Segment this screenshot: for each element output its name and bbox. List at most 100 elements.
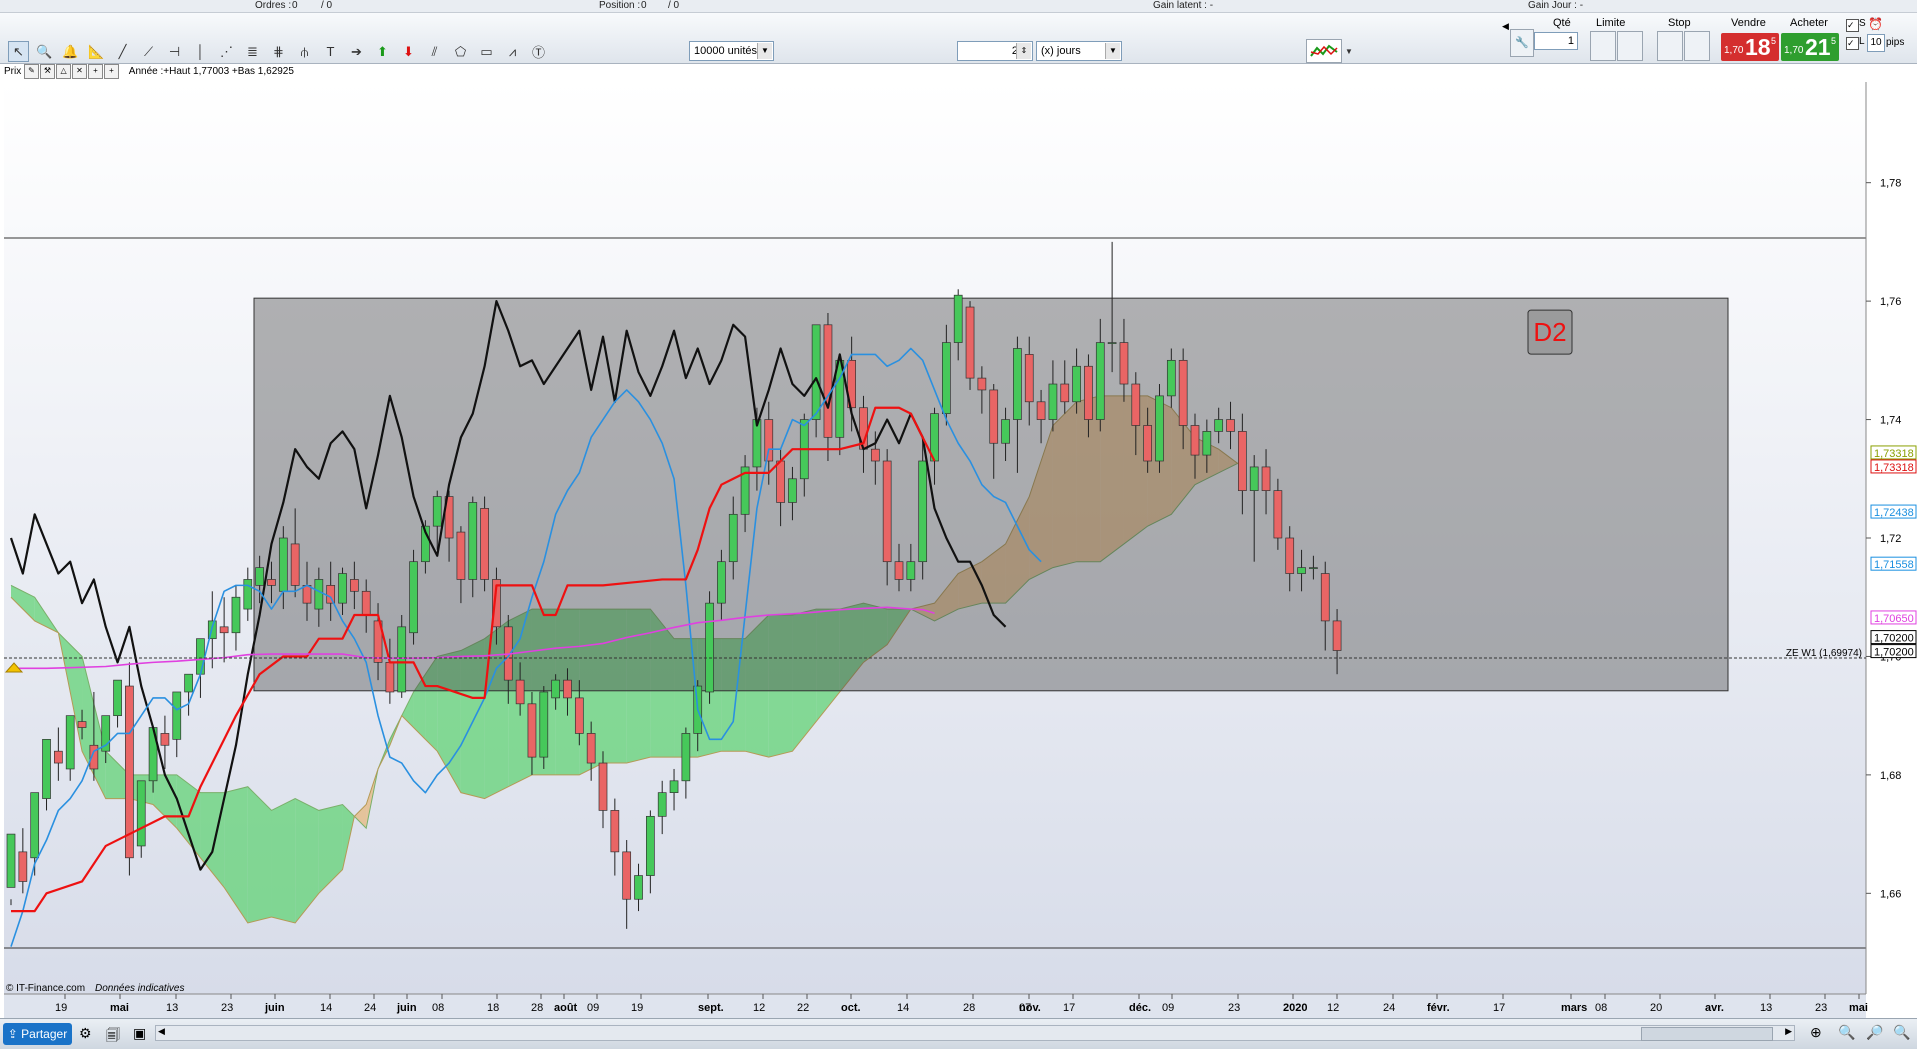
share-icon: ⇪ [7,1027,22,1041]
candle-body [669,780,679,793]
candle-body [788,478,797,503]
layout-icon[interactable]: ▣ [133,1025,146,1042]
candle-body [1285,537,1295,574]
candle-body [728,513,738,563]
candle-body [965,306,975,379]
save-icon[interactable]: 🗐 [106,1025,120,1049]
candle-body [776,460,785,503]
candle-body [811,324,821,420]
candle-body [184,673,193,693]
candle-body [42,739,51,799]
candle-body [1238,431,1247,491]
x-tick-label: 22 [797,1002,809,1014]
price-label-text: 1,72438 [1874,507,1914,519]
candle-body [54,750,63,764]
x-tick-label: 23 [1815,1002,1827,1014]
x-tick-label: juin [264,1002,285,1014]
magnifier-icon[interactable]: 🔍 [1893,1024,1910,1041]
scroll-left-icon[interactable]: ◀ [158,1026,165,1037]
candle-body [30,792,40,859]
zoom-out-icon[interactable]: 🔎 [1866,1024,1883,1041]
candle-body [1297,567,1306,574]
scroll-right-icon[interactable]: ▶ [1785,1026,1792,1037]
candle-body [1320,573,1330,622]
candle-body [432,496,442,527]
y-tick-label: 1,72 [1880,533,1901,545]
x-tick-label: 2020 [1283,1002,1307,1014]
candle-body [1095,342,1105,420]
candle-body [646,815,655,876]
candle-body [551,679,560,699]
candle-body [1131,383,1141,426]
ze-w1-label: ZE W1 (1,69974) [1786,648,1862,659]
candle-body [1024,354,1034,403]
x-tick-label: 24 [364,1002,376,1014]
candle-body [1166,359,1176,397]
scroll-thumb[interactable] [1641,1027,1773,1041]
time-scrollbar[interactable]: ◀ ▶ [155,1025,1795,1041]
candle-body [1084,365,1093,420]
x-tick-label: mai [110,1002,129,1014]
candle-body [267,579,276,586]
candle-body [906,561,916,580]
price-label-text: 1,70650 [1874,613,1914,625]
candle-body [456,531,466,580]
candle-body [563,679,572,699]
x-tick-label: 17 [1493,1002,1505,1014]
y-tick-label: 1,66 [1880,888,1901,900]
candle-body [574,697,584,734]
x-tick-label: 08 [1595,1002,1607,1014]
x-tick-label: 24 [1383,1002,1395,1014]
cloud-segment [271,798,296,923]
x-tick-label: 14 [897,1002,909,1014]
candle-body [1261,466,1271,491]
candle-body [752,419,762,468]
x-tick-label: 12 [1327,1002,1339,1014]
candle-body [361,590,371,616]
candle-body [870,448,880,462]
candle-body [1060,383,1070,403]
candle-body [1273,490,1283,539]
candle-body [610,810,620,853]
candle-body [539,691,549,758]
candle-body [515,679,525,705]
x-tick-label: 14 [320,1002,332,1014]
x-tick-label: 08 [432,1002,444,1014]
x-tick-label: 23 [221,1002,233,1014]
candle-body [409,561,418,634]
candle-body [1332,620,1342,651]
candle-body [1309,567,1318,569]
candle-body [278,537,288,592]
zone-label-text: D2 [1533,317,1566,347]
candle-body [918,460,928,563]
candle-body [196,638,205,675]
candle-body [1214,419,1224,432]
x-tick-label: 12 [753,1002,765,1014]
share-button[interactable]: ⇪ Partager [3,1023,72,1045]
candle-body [65,715,75,770]
zoom-in-icon[interactable]: 🔍 [1838,1024,1855,1041]
copyright-text: © IT-Finance.com [6,983,85,994]
x-tick-label: déc. [1129,1002,1151,1014]
price-chart[interactable]: D2 ZE W1 (1,69974) 1,781,761,741,721,701… [0,0,1917,1048]
candle-body [1119,342,1129,385]
candle-body [231,596,241,634]
candle-body [622,851,632,900]
candle-body [894,561,904,580]
y-tick-label: 1,78 [1880,178,1901,190]
candle-body [823,324,833,438]
candle-body [172,691,182,740]
candle-body [1155,395,1164,462]
x-tick-label: avr. [1705,1002,1724,1014]
gear-icon[interactable]: ⚙ [79,1025,92,1042]
zone-label-box: D2 [1527,309,1573,355]
candle-body [338,573,347,604]
status-bar: ⇪ Partager ⚙ 🗐 ▣ ◀ ▶ ⊕ 🔍 🔎 🔍 [0,1018,1917,1049]
candle-body [1202,431,1212,456]
fit-icon[interactable]: ⊕ [1810,1024,1822,1041]
y-tick-label: 1,74 [1880,415,1901,427]
x-tick-label: 28 [531,1002,543,1014]
price-label-text: 1,70200 [1874,647,1914,659]
x-tick-label: 13 [166,1002,178,1014]
candle-body [657,792,667,817]
